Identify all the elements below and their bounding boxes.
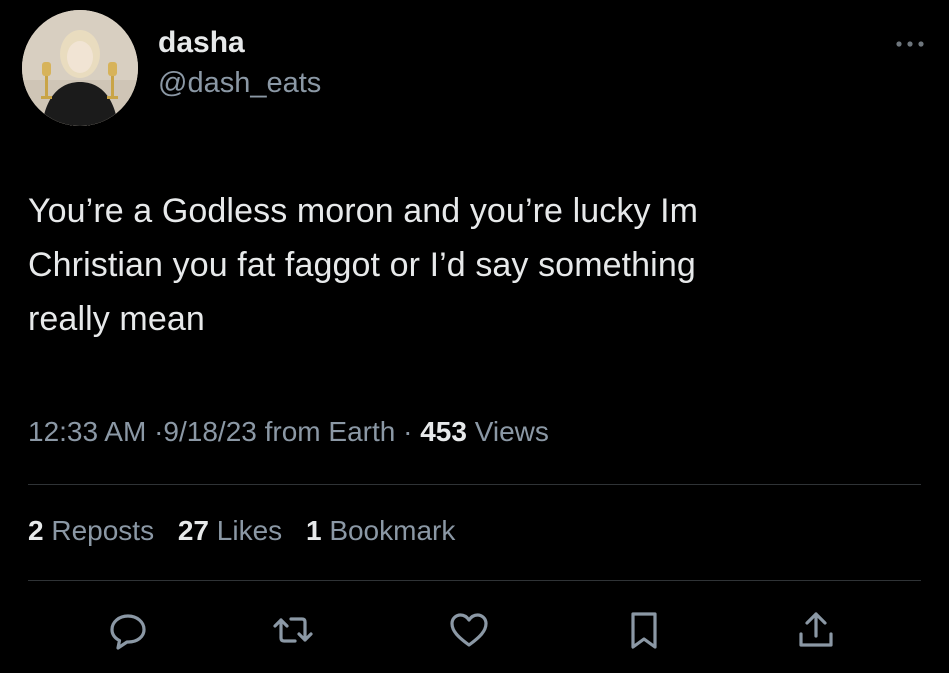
divider	[28, 484, 921, 485]
tweet-actions	[28, 608, 921, 652]
reply-button[interactable]	[106, 608, 150, 652]
share-button[interactable]	[794, 608, 838, 652]
tweet-meta: 12:33 AM ·9/18/23 from Earth · 453 Views	[28, 414, 549, 450]
reply-icon	[110, 614, 146, 650]
tweet-card: dasha @dash_eats You’re a Godless moron …	[0, 0, 949, 673]
reposts-count: 2	[28, 515, 44, 546]
divider	[28, 580, 921, 581]
bookmark-icon	[631, 612, 657, 649]
avatar[interactable]	[22, 10, 138, 126]
tweet-header: dasha @dash_eats	[22, 10, 927, 126]
tweet-stats: 2 Reposts 27 Likes 1 Bookmark	[28, 513, 471, 549]
tweet-text-line: really mean	[28, 300, 205, 338]
avatar-photo	[22, 10, 138, 126]
reposts-stat[interactable]: 2 Reposts	[28, 513, 154, 549]
author-display-name[interactable]: dasha	[158, 26, 321, 60]
views-label: Views	[474, 416, 549, 447]
more-dots-icon[interactable]	[893, 34, 927, 54]
heart-icon	[450, 613, 488, 647]
bookmarks-count: 1	[305, 515, 322, 546]
tweet-text-line: Christian you fat faggot or I’d say some…	[28, 246, 696, 284]
bookmarks-label: Bookmark	[329, 515, 456, 546]
tweet-text: You’re a Godless moron and you’re lucky …	[28, 184, 908, 346]
meta-separator: ·	[403, 416, 413, 447]
bookmarks-stat[interactable]: 1 Bookmark	[306, 513, 455, 549]
tweet-date[interactable]: 9/18/23	[163, 416, 256, 447]
likes-count: 27	[177, 515, 210, 546]
views-count: 453	[420, 416, 467, 447]
repost-icon	[273, 617, 313, 643]
like-button[interactable]	[447, 608, 491, 652]
bookmark-button[interactable]	[622, 608, 666, 652]
tweet-source: from Earth	[264, 416, 396, 447]
likes-stat[interactable]: 27 Likes	[178, 513, 282, 549]
reposts-label: Reposts	[51, 515, 155, 546]
repost-button[interactable]	[271, 608, 315, 652]
tweet-time[interactable]: 12:33 AM	[28, 416, 146, 447]
author-names: dasha @dash_eats	[158, 26, 321, 100]
likes-label: Likes	[216, 515, 283, 546]
tweet-text-line: You’re a Godless moron and you’re lucky …	[28, 192, 699, 230]
author-handle[interactable]: @dash_eats	[158, 67, 321, 100]
share-icon	[799, 612, 833, 647]
